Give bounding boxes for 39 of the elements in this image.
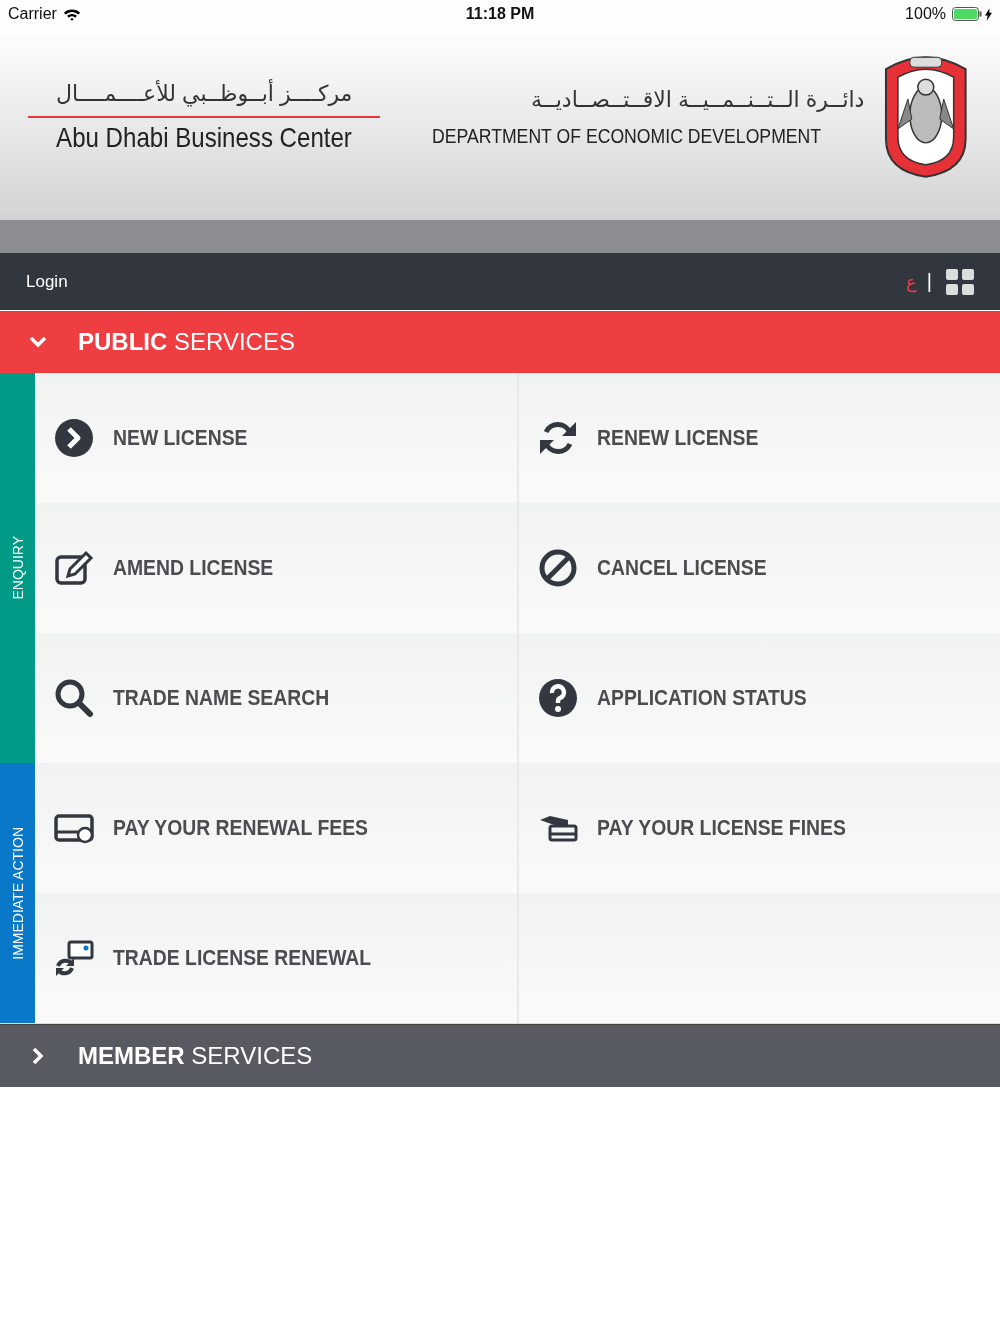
login-link[interactable]: Login bbox=[26, 271, 68, 292]
wifi-icon bbox=[62, 7, 81, 21]
clock-time: 11:18 PM bbox=[465, 5, 535, 23]
service-tile[interactable]: APPLICATION STATUS bbox=[518, 633, 1000, 763]
service-label: PAY YOUR LICENSE FINES bbox=[596, 815, 846, 841]
service-tile[interactable]: TRADE LICENSE RENEWAL bbox=[35, 893, 517, 1023]
renewal-icon bbox=[54, 938, 94, 978]
service-tile[interactable]: PAY YOUR RENEWAL FEES bbox=[35, 763, 517, 893]
service-tile[interactable]: PAY YOUR LICENSE FINES bbox=[518, 763, 1000, 893]
service-tile[interactable]: AMEND LICENSE bbox=[35, 503, 517, 633]
service-tile[interactable]: CANCEL LICENSE bbox=[518, 503, 1000, 633]
search-icon bbox=[54, 678, 94, 718]
service-tile[interactable]: NEW LICENSE bbox=[35, 373, 517, 503]
service-label: PAY YOUR RENEWAL FEES bbox=[113, 815, 368, 841]
grid-icon[interactable] bbox=[946, 268, 974, 295]
battery-percent: 100% bbox=[905, 5, 946, 23]
service-label: CANCEL LICENSE bbox=[596, 555, 767, 581]
carrier-label: Carrier bbox=[8, 5, 57, 23]
arabic-department-name: دائــرة الــتــنــمــيــة الاقــتــصــاديــة bbox=[531, 86, 865, 114]
service-tile[interactable]: TRADE NAME SEARCH bbox=[35, 633, 517, 763]
section-header[interactable]: MEMBER SERVICES bbox=[0, 1024, 1000, 1087]
arabic-center-name: مركــــز أبــوظــبي للأعــــمــــال bbox=[56, 78, 353, 109]
service-tile[interactable]: RENEW LICENSE bbox=[518, 373, 1000, 503]
battery-icon bbox=[952, 7, 982, 21]
edit-icon bbox=[54, 548, 94, 588]
service-label: AMEND LICENSE bbox=[113, 555, 274, 581]
help-icon bbox=[537, 678, 578, 718]
department-name: DEPARTMENT OF ECONOMIC DEVELOPMENT bbox=[432, 124, 822, 148]
service-label: RENEW LICENSE bbox=[596, 425, 758, 451]
service-label: TRADE NAME SEARCH bbox=[113, 685, 330, 711]
ban-icon bbox=[537, 548, 578, 588]
charging-icon bbox=[985, 7, 992, 21]
service-label: APPLICATION STATUS bbox=[596, 685, 807, 711]
service-label: NEW LICENSE bbox=[113, 425, 248, 451]
category-tab[interactable]: IMMEDIATE ACTION bbox=[0, 763, 35, 1023]
center-name: Abu Dhabi Business Center bbox=[56, 122, 353, 154]
separator: | bbox=[926, 270, 932, 293]
service-label: TRADE LICENSE RENEWAL bbox=[113, 945, 372, 971]
section-header[interactable]: PUBLIC SERVICES bbox=[0, 311, 1000, 373]
